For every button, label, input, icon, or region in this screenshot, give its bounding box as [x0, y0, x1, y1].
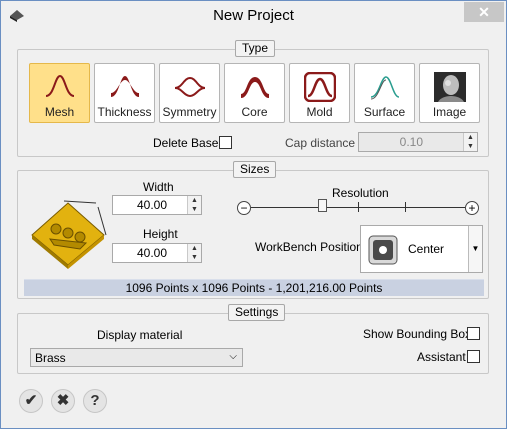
width-value: 40.00 — [137, 198, 168, 212]
image-icon — [434, 72, 466, 102]
type-label-surface: Surface — [363, 105, 406, 119]
type-label-symmetry: Symmetry — [162, 105, 217, 119]
workbench-center-icon — [368, 235, 398, 265]
points-summary-bar: 1096 Points x 1096 Points - 1,201,216.00… — [24, 279, 484, 296]
workbench-position-value: Center — [408, 242, 445, 256]
width-label: Width — [143, 180, 174, 194]
resolution-label: Resolution — [332, 186, 389, 200]
mesh-icon — [45, 74, 75, 97]
type-group-label: Type — [235, 40, 276, 57]
surface-icon — [370, 76, 400, 100]
type-button-image[interactable]: Image — [419, 63, 480, 123]
settings-group-label: Settings — [228, 304, 286, 321]
type-label-image: Image — [432, 105, 467, 119]
height-stepper[interactable]: ▲ ▼ — [187, 244, 201, 262]
thickness-icon — [111, 76, 139, 97]
height-label: Height — [143, 227, 178, 241]
show-bounding-box-checkbox[interactable] — [467, 327, 480, 340]
type-button-thickness[interactable]: Thickness — [94, 63, 155, 123]
resolution-decrease-button[interactable]: − — [237, 201, 251, 215]
type-button-mesh[interactable]: Mesh — [29, 63, 90, 123]
resolution-tick — [405, 202, 406, 212]
workpiece-preview-icon — [31, 200, 107, 269]
sizes-group-label: Sizes — [233, 161, 277, 178]
resolution-slider-thumb[interactable] — [318, 199, 327, 212]
resolution-tick — [358, 202, 359, 212]
cap-distance-label: Cap distance — [285, 136, 356, 150]
type-label-thickness: Thickness — [97, 105, 152, 119]
type-button-core[interactable]: Core — [224, 63, 285, 123]
show-bounding-box-label: Show Bounding Box — [363, 327, 472, 341]
type-label-core: Core — [241, 105, 268, 119]
window-title: New Project — [213, 7, 294, 24]
height-value: 40.00 — [137, 246, 168, 260]
cap-distance-input[interactable]: 0.10 ▲ ▼ — [358, 132, 478, 152]
cap-distance-stepper[interactable]: ▲ ▼ — [463, 133, 477, 151]
new-project-dialog: New Project ✕ Type Mesh Thickness Symmet… — [0, 0, 507, 429]
width-stepper[interactable]: ▲ ▼ — [187, 196, 201, 214]
workbench-dropdown-arrow[interactable]: ▼ — [468, 226, 482, 272]
core-icon — [241, 77, 269, 98]
display-material-value: Brass — [35, 351, 66, 365]
display-material-select[interactable]: Brass ⌵ — [30, 348, 243, 367]
chevron-down-icon: ⌵ — [229, 351, 237, 362]
cancel-button[interactable]: ✖ — [51, 389, 75, 413]
assistant-label: Assistant — [417, 350, 466, 364]
workbench-position-select[interactable]: Center ▼ — [360, 225, 483, 273]
display-material-label: Display material — [97, 328, 183, 342]
type-button-symmetry[interactable]: Symmetry — [159, 63, 220, 123]
assistant-checkbox[interactable] — [467, 350, 480, 363]
height-input[interactable]: 40.00 ▲ ▼ — [112, 243, 202, 263]
close-button[interactable]: ✕ — [464, 2, 504, 22]
cap-distance-value: 0.10 — [399, 135, 423, 149]
mold-icon — [304, 72, 336, 102]
type-button-mold[interactable]: Mold — [289, 63, 350, 123]
resolution-increase-button[interactable]: + — [465, 201, 479, 215]
delete-base-checkbox[interactable] — [219, 136, 232, 149]
symmetry-icon — [174, 76, 206, 98]
workbench-position-label: WorkBench Position — [255, 240, 363, 254]
type-label-mesh: Mesh — [44, 105, 75, 119]
help-button[interactable]: ? — [83, 389, 107, 413]
title-bar: New Project ✕ — [1, 1, 506, 31]
delete-base-label: Delete Base — [153, 136, 219, 150]
ok-button[interactable]: ✔ — [19, 389, 43, 413]
width-input[interactable]: 40.00 ▲ ▼ — [112, 195, 202, 215]
type-button-surface[interactable]: Surface — [354, 63, 415, 123]
type-label-mold: Mold — [306, 105, 333, 119]
